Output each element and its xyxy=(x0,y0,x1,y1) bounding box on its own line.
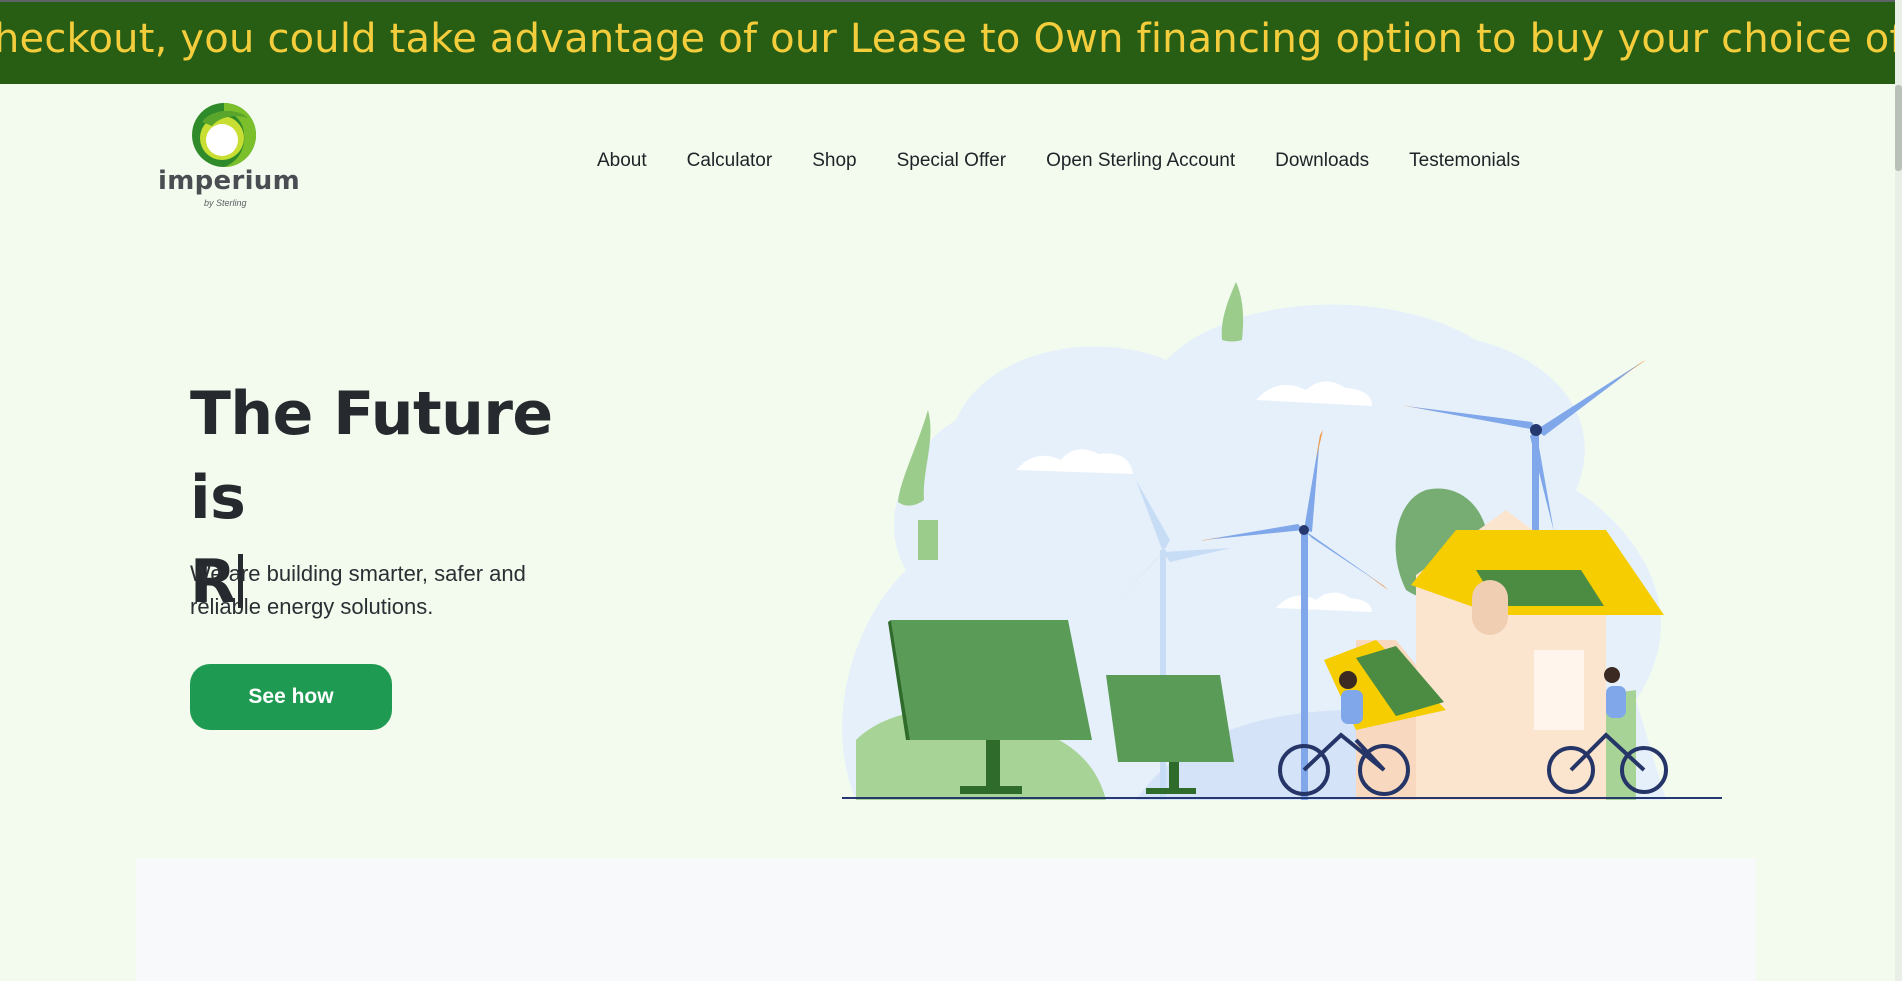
leaf-ring-logo-icon xyxy=(192,103,256,167)
brand-name: imperium xyxy=(158,166,300,196)
tree-left-trunk xyxy=(918,520,938,560)
scrollbar-thumb[interactable] xyxy=(1895,85,1902,171)
page-scrollbar[interactable] xyxy=(1895,0,1902,981)
next-section-panel xyxy=(136,858,1756,981)
renewable-energy-illustration xyxy=(842,282,1722,800)
nav-about[interactable]: About xyxy=(597,150,647,180)
tree-top xyxy=(1221,282,1244,342)
nav-special-offer[interactable]: Special Offer xyxy=(897,150,1006,180)
main-nav: About Calculator Shop Special Offer Open… xyxy=(597,150,1520,180)
nav-testemonials[interactable]: Testemonials xyxy=(1409,150,1520,180)
nav-calculator[interactable]: Calculator xyxy=(687,150,773,180)
nav-shop[interactable]: Shop xyxy=(812,150,856,180)
imperium-logo[interactable]: imperium by Sterling xyxy=(158,100,300,210)
announcement-ticker: heckout, you could take advantage of our… xyxy=(0,2,1895,84)
nav-downloads[interactable]: Downloads xyxy=(1275,150,1369,180)
nav-open-sterling-account[interactable]: Open Sterling Account xyxy=(1046,150,1235,180)
see-how-button[interactable]: See how xyxy=(190,664,392,730)
brand-tagline: by Sterling xyxy=(204,198,247,208)
hero-subtitle: We are building smarter, safer and relia… xyxy=(190,561,526,619)
hero-title-line1: The Future is xyxy=(190,379,553,533)
ticker-text: heckout, you could take advantage of our… xyxy=(0,16,1895,62)
